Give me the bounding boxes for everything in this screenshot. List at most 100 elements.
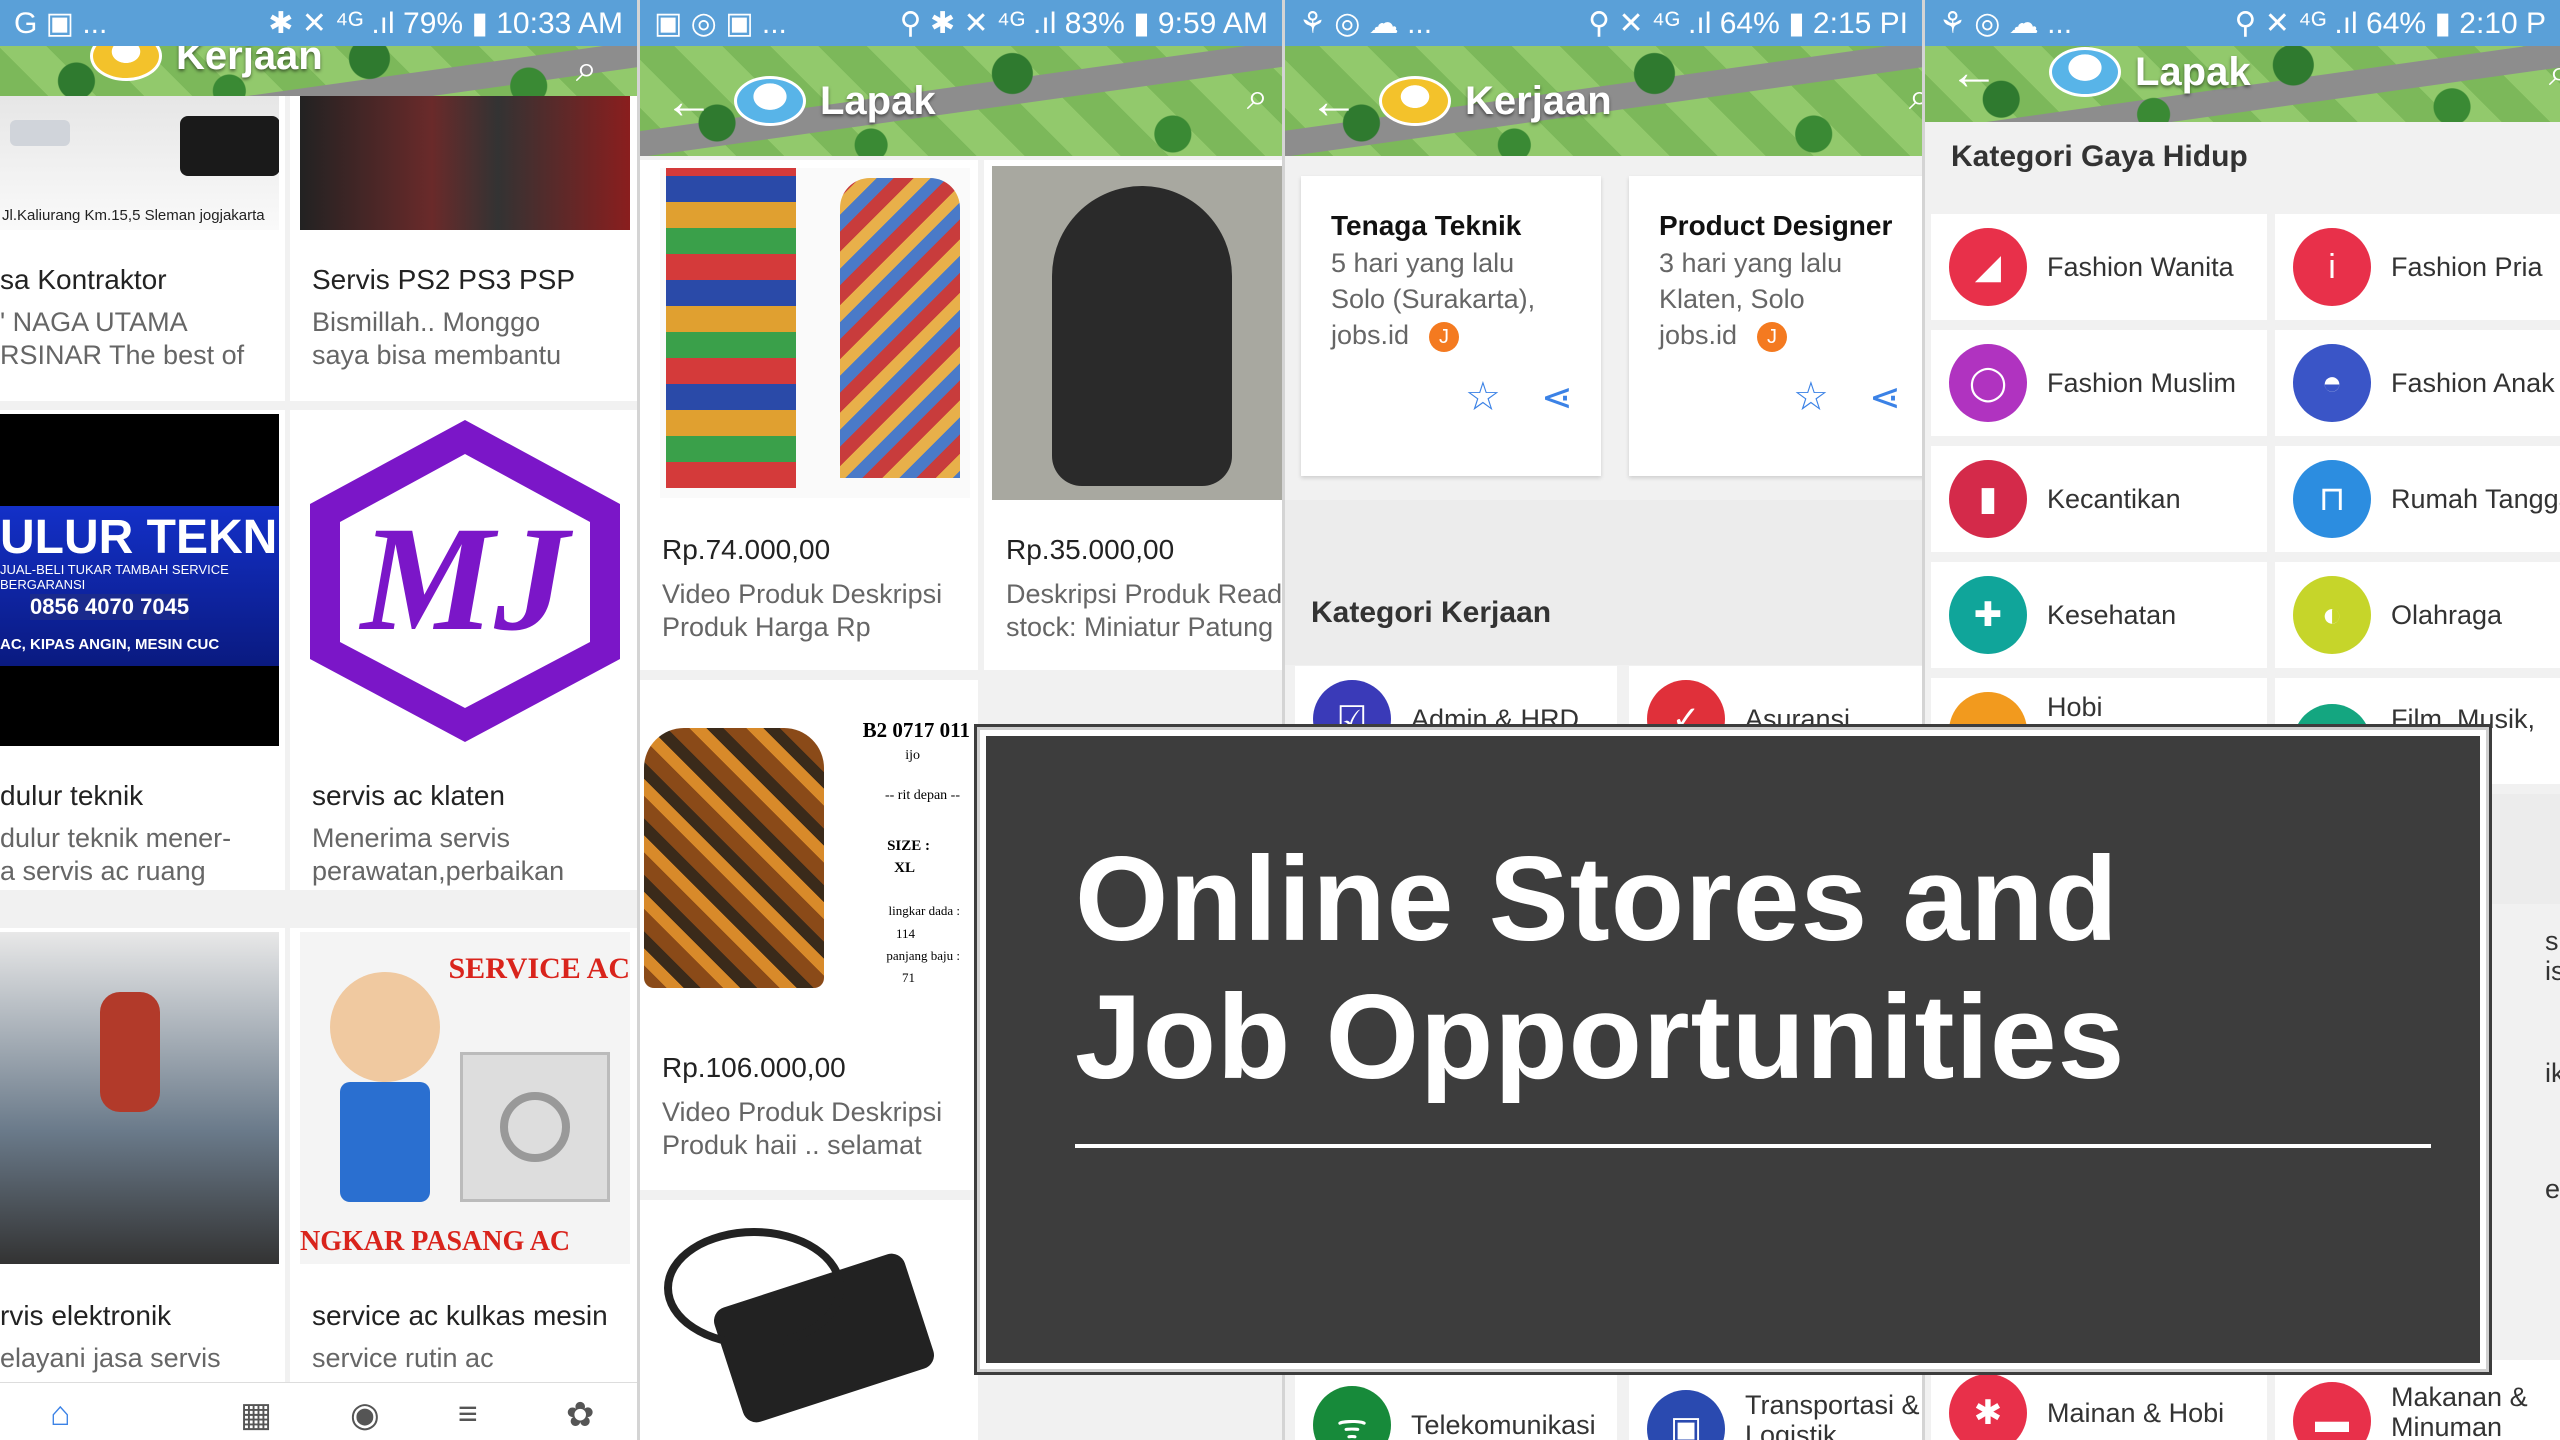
job-card[interactable]: Product Designer 3 hari yang lalu Klaten…: [1629, 176, 1922, 476]
category-label-fragment: is: [2545, 956, 2560, 986]
category-label-fragment: s: [2545, 926, 2559, 956]
app-logo-icon: [90, 46, 162, 81]
listing-card[interactable]: rvis elektronik elayani jasa servis: [0, 928, 285, 1388]
settings-icon[interactable]: ✿: [566, 1395, 595, 1435]
screenshot-collage: G ▣ ... ✱ ✕ ⁴ᴳ .ıl 79% ▮ 10:33 AM Kerjaa…: [0, 0, 2560, 1440]
search-icon[interactable]: ⌕: [1247, 76, 1268, 119]
overlay-title-line1: Online Stores and: [1075, 832, 2119, 966]
back-arrow-icon[interactable]: ←: [664, 72, 734, 130]
app-bar-title: Lapak: [820, 78, 936, 123]
listing-title: rvis elektronik: [0, 1300, 172, 1331]
category-item[interactable]: i Fashion Pria: [2275, 214, 2560, 320]
job-source: jobs.id J: [1659, 320, 1788, 352]
listing-card[interactable]: Jl.Kaliurang Km.15,5 Sleman jogjakarta s…: [0, 96, 285, 401]
job-source: jobs.id J: [1331, 320, 1460, 352]
share-icon[interactable]: ⋖: [1869, 375, 1901, 420]
category-item[interactable]: ◓ Fashion Anak: [2275, 330, 2560, 436]
product-card[interactable]: [640, 1200, 978, 1440]
product-photo: [644, 1208, 970, 1440]
app-logo-icon: [734, 76, 806, 126]
mj-logo-icon: MJ: [310, 420, 620, 742]
category-item[interactable]: ◐ Olahraga: [2275, 562, 2560, 668]
product-desc-line1: Video Produk Deskripsi: [662, 1097, 943, 1127]
listing-photo: ULUR TEKNI JUAL-BELI TUKAR TAMBAH SERVIC…: [0, 414, 279, 746]
product-card[interactable]: Rp.35.000,00 Deskripsi Produk Read stock…: [984, 160, 1282, 670]
category-label: Olahraga: [2391, 600, 2503, 630]
product-card[interactable]: Rp.74.000,00 Video Produk Deskripsi Prod…: [640, 160, 978, 670]
category-label: Hobi: [2047, 692, 2103, 722]
star-icon[interactable]: ☆: [1793, 374, 1829, 420]
listing-card[interactable]: Servis PS2 PS3 PSP Bismillah.. Monggo sa…: [290, 96, 637, 401]
listing-title: servis ac klaten: [312, 780, 505, 811]
product-desc-line2: stock: Miniatur Patung: [1006, 612, 1274, 642]
app-bar-title: Kerjaan: [1465, 78, 1612, 123]
app-bar: ← Lapak ⌕: [640, 46, 1282, 156]
household-icon: ⊓: [2293, 460, 2371, 538]
category-item[interactable]: ▣ Transportasi & Logistik: [1629, 1372, 1922, 1440]
health-icon: ✚: [1949, 576, 2027, 654]
category-item[interactable]: ▮ Kecantikan: [1931, 446, 2267, 552]
search-icon[interactable]: ⌕: [2549, 52, 2560, 95]
category-label: Mainan & Hobi: [2047, 1398, 2225, 1428]
category-item[interactable]: ᯤ Telekomunikasi: [1295, 1372, 1617, 1440]
status-left-icons: ⚘ ◎ ☁ ...: [1299, 7, 1433, 40]
category-label: Rumah Tangga: [2391, 484, 2560, 514]
toys-icon: ✱: [1949, 1374, 2027, 1440]
category-item[interactable]: ⊓ Rumah Tangga: [2275, 446, 2560, 552]
overlay-title-line2: Job Opportunities: [1075, 970, 2126, 1104]
app-bar-title: Lapak: [2135, 49, 2251, 94]
back-arrow-icon[interactable]: ←: [1949, 46, 2049, 101]
listing-title: dulur teknik: [0, 780, 144, 811]
product-price: Rp.74.000,00: [662, 534, 831, 565]
category-item[interactable]: ◢ Fashion Wanita: [1931, 214, 2267, 320]
job-location: Solo (Surakarta),: [1331, 284, 1536, 314]
job-card[interactable]: Tenaga Teknik 5 hari yang lalu Solo (Sur…: [1301, 176, 1601, 476]
overlay-divider: [1075, 1144, 2431, 1148]
category-label-fragment: ik: [2545, 1058, 2560, 1088]
listing-card[interactable]: SERVICE AC NGKAR PASANG AC service ac ku…: [290, 928, 637, 1388]
job-title: Product Designer: [1659, 210, 1893, 241]
listing-card[interactable]: ULUR TEKNI JUAL-BELI TUKAR TAMBAH SERVIC…: [0, 410, 285, 890]
listing-photo: MJ: [300, 414, 630, 746]
job-title: Tenaga Teknik: [1331, 210, 1522, 241]
share-icon[interactable]: ⋖: [1541, 375, 1573, 420]
home-icon[interactable]: ⌂: [50, 1395, 71, 1434]
grid-icon[interactable]: ▦: [240, 1395, 272, 1435]
product-desc-line2: Produk haii .. selamat: [662, 1130, 922, 1160]
status-left-icons: ▣ ◎ ▣ ...: [654, 7, 787, 40]
status-right-info: ⚲ ✱ ✕ ⁴ᴳ .ıl 83% ▮ 9:59 AM: [899, 6, 1268, 40]
category-item[interactable]: ◯ Fashion Muslim: [1931, 330, 2267, 436]
section-title: Kategori Gaya Hidup: [1951, 140, 2248, 173]
status-bar: ⚘ ◎ ☁ ... ⚲ ✕ ⁴ᴳ .ıl 64% ▮ 2:10 P: [1925, 0, 2560, 46]
status-bar: G ▣ ... ✱ ✕ ⁴ᴳ .ıl 79% ▮ 10:33 AM: [0, 0, 637, 46]
star-icon[interactable]: ☆: [1465, 374, 1501, 420]
listing-desc-line2: a servis ac ruang: [0, 856, 206, 886]
product-photo: [992, 166, 1282, 500]
search-icon[interactable]: ⌕: [576, 48, 597, 91]
telecom-icon: ᯤ: [1313, 1386, 1391, 1440]
listing-card[interactable]: MJ servis ac klaten Menerima servis pera…: [290, 410, 637, 890]
category-item[interactable]: ✚ Kesehatan: [1931, 562, 2267, 668]
listing-title: sa Kontraktor: [0, 264, 167, 295]
source-badge-icon: J: [1757, 321, 1788, 352]
camera-icon[interactable]: ◉: [350, 1395, 380, 1435]
status-bar: ▣ ◎ ▣ ... ⚲ ✱ ✕ ⁴ᴳ .ıl 83% ▮ 9:59 AM: [640, 0, 1282, 46]
listing-desc-line1: Menerima servis: [312, 823, 511, 853]
category-item[interactable]: ▬ Makanan & Minuman: [2275, 1360, 2560, 1440]
product-card[interactable]: B2 0717 011 ijo -- rit depan -- SIZE : X…: [640, 680, 978, 1190]
menu-icon[interactable]: ≡: [458, 1395, 478, 1434]
status-left-icons: G ▣ ...: [14, 7, 108, 40]
muslim-fashion-icon: ◯: [1949, 344, 2027, 422]
category-label: Telekomunikasi: [1411, 1410, 1596, 1440]
search-icon[interactable]: ⌕: [1909, 76, 1922, 119]
listing-desc-line1: ' NAGA UTAMA: [0, 307, 188, 337]
listing-desc-line1: elayani jasa servis: [0, 1343, 221, 1373]
category-item[interactable]: ✱ Mainan & Hobi: [1931, 1360, 2267, 1440]
title-overlay: Online Stores and Job Opportunities: [974, 724, 2492, 1375]
app-logo-icon: [1379, 76, 1451, 126]
logistics-icon: ▣: [1647, 1390, 1725, 1440]
svg-text:MJ: MJ: [359, 496, 573, 662]
product-photo: B2 0717 011 ijo -- rit depan -- SIZE : X…: [644, 688, 970, 1008]
category-label: Fashion Wanita: [2047, 252, 2234, 282]
back-arrow-icon[interactable]: ←: [1309, 72, 1379, 130]
